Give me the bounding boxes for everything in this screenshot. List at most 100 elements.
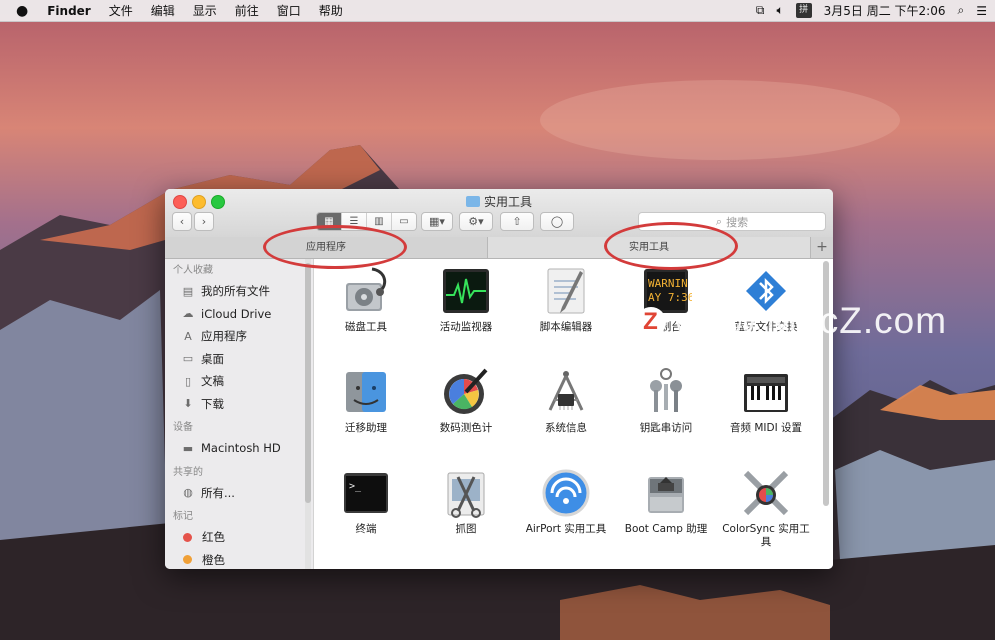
volume-icon[interactable]: 🔈︎ <box>776 3 783 18</box>
app-audio-midi-setup[interactable]: 音频 MIDI 设置 <box>716 366 816 435</box>
app-label: 终端 <box>355 523 377 535</box>
annotation-circle-applications-tab <box>263 225 407 269</box>
disk-utility-icon <box>340 265 392 317</box>
menu-go[interactable]: 前往 <box>226 2 268 19</box>
sidebar-tag-red[interactable]: 红色 <box>165 526 313 549</box>
sidebar-item-label: 所有... <box>201 485 235 500</box>
sidebar-item-label: iCloud Drive <box>201 306 272 321</box>
search-icon: ⌕ <box>715 214 723 228</box>
sidebar-item-downloads[interactable]: ⬇ 下载 <box>165 393 313 416</box>
sidebar-item-label: 文稿 <box>201 374 224 389</box>
back-button[interactable]: ‹ <box>172 212 192 231</box>
sidebar-item-applications[interactable]: A 应用程序 <box>165 325 313 348</box>
apple-menu-icon[interactable]: ● <box>0 3 38 19</box>
app-label: ColorSync 实用工 具 <box>722 523 810 548</box>
app-label: 抓图 <box>455 523 477 535</box>
app-label: 音频 MIDI 设置 <box>729 422 802 434</box>
applications-icon: A <box>184 329 192 343</box>
app-digital-color-meter[interactable]: 数码测色计 <box>416 366 516 435</box>
script-editor-icon <box>540 265 592 317</box>
colorsync-icon <box>740 467 792 519</box>
screen-mirroring-icon[interactable]: ⧉ <box>756 3 765 18</box>
app-label: 活动监视器 <box>439 321 493 333</box>
app-grab[interactable]: 抓图 <box>416 467 516 536</box>
activity-monitor-icon <box>440 265 492 317</box>
app-migration-assistant[interactable]: 迁移助理 <box>316 366 416 435</box>
app-label: Boot Camp 助理 <box>624 523 708 535</box>
app-disk-utility[interactable]: 磁盘工具 <box>316 265 416 334</box>
menu-bar: ● Finder 文件 编辑 显示 前往 窗口 帮助 ⧉ 🔈︎ 拼 3月5日 周… <box>0 0 995 22</box>
share-button[interactable]: ⇧ <box>500 212 534 231</box>
app-boot-camp-assistant[interactable]: Boot Camp 助理 <box>616 467 716 536</box>
app-system-information[interactable]: 系统信息 <box>516 366 616 435</box>
all-files-icon: ▤ <box>182 284 194 298</box>
menu-edit[interactable]: 编辑 <box>142 2 184 19</box>
network-globe-icon: ◍ <box>183 486 193 500</box>
app-script-editor[interactable]: 脚本编辑器 <box>516 265 616 334</box>
migration-assistant-icon <box>340 366 392 418</box>
app-label: 系统信息 <box>545 422 587 434</box>
sidebar-item-label: 我的所有文件 <box>201 284 270 299</box>
app-label: 数码测色计 <box>439 422 493 434</box>
folder-icon <box>465 196 480 207</box>
sidebar-item-macintosh-hd[interactable]: ▬ Macintosh HD <box>165 437 313 460</box>
keychain-icon <box>640 366 692 418</box>
notification-center-icon[interactable]: ☰ <box>976 4 987 18</box>
sidebar-header-shared: 共享的 <box>173 466 203 478</box>
audio-midi-icon <box>740 366 792 418</box>
cloud-icon: ☁ <box>182 307 194 321</box>
app-terminal[interactable]: >_ 终端 <box>316 467 416 536</box>
sidebar-item-label: 橙色 <box>202 552 225 567</box>
boot-camp-icon <box>640 467 692 519</box>
sidebar-scrollbar-thumb[interactable] <box>305 263 311 503</box>
red-tag-icon <box>183 532 192 542</box>
app-airport-utility[interactable]: AirPort 实用工具 <box>516 467 616 536</box>
app-label: 脚本编辑器 <box>539 321 593 333</box>
edit-tags-button[interactable]: ◯ <box>540 212 574 231</box>
sidebar-item-label: 桌面 <box>201 351 224 366</box>
menu-file[interactable]: 文件 <box>100 2 142 19</box>
search-placeholder: 搜索 <box>726 215 749 229</box>
sidebar-header-devices: 设备 <box>173 422 193 433</box>
sidebar-item-label: Macintosh HD <box>201 441 281 456</box>
download-icon: ⬇ <box>183 397 193 411</box>
terminal-icon: >_ <box>340 467 392 519</box>
action-gear-button[interactable]: ⚙▾ <box>459 212 493 231</box>
sidebar-item-label: 红色 <box>202 530 225 545</box>
watermark: Zwww.MacZ.com <box>636 300 947 342</box>
cover-flow-button[interactable]: ▭ <box>392 213 416 230</box>
sidebar-item-all-my-files[interactable]: ▤ 我的所有文件 <box>165 280 313 303</box>
sidebar-item-all-shared[interactable]: ◍ 所有... <box>165 482 313 505</box>
content-scrollbar[interactable] <box>823 261 830 506</box>
app-label: 迁移助理 <box>345 422 387 434</box>
menubar-clock[interactable]: 3月5日 周二 下午2:06 <box>824 2 946 19</box>
sidebar-item-icloud-drive[interactable]: ☁ iCloud Drive <box>165 303 313 326</box>
app-activity-monitor[interactable]: 活动监视器 <box>416 265 516 334</box>
app-colorsync-utility[interactable]: ColorSync 实用工 具 <box>716 467 816 549</box>
sidebar-scrollbar[interactable] <box>305 259 311 569</box>
hard-disk-icon: ▬ <box>182 441 194 455</box>
app-menu-finder[interactable]: Finder <box>38 4 100 18</box>
watermark-logo: Z <box>636 307 666 337</box>
sidebar-item-documents[interactable]: ▯ 文稿 <box>165 370 313 393</box>
arrange-button[interactable]: ▦▾ <box>421 212 453 231</box>
airport-utility-icon <box>540 467 592 519</box>
new-tab-button[interactable]: + <box>811 237 833 258</box>
svg-text:>_: >_ <box>349 481 362 492</box>
forward-button[interactable]: › <box>194 212 214 231</box>
sidebar-tag-orange[interactable]: 橙色 <box>165 549 313 570</box>
content-scrollbar-thumb[interactable] <box>823 261 829 506</box>
sidebar-item-label: 应用程序 <box>201 329 247 344</box>
menu-help[interactable]: 帮助 <box>310 2 352 19</box>
menu-view[interactable]: 显示 <box>184 2 226 19</box>
spotlight-search-icon[interactable]: ⌕ <box>958 3 965 18</box>
sidebar-item-desktop[interactable]: ▭ 桌面 <box>165 348 313 371</box>
documents-icon: ▯ <box>184 374 192 388</box>
menu-window[interactable]: 窗口 <box>268 2 310 19</box>
color-meter-icon <box>440 366 492 418</box>
app-keychain-access[interactable]: 钥匙串访问 <box>616 366 716 435</box>
orange-tag-icon <box>183 555 192 565</box>
svg-text:WARNIN: WARNIN <box>648 277 688 290</box>
input-method-icon[interactable]: 拼 <box>795 3 812 18</box>
sidebar-header-tags: 标记 <box>173 511 193 522</box>
